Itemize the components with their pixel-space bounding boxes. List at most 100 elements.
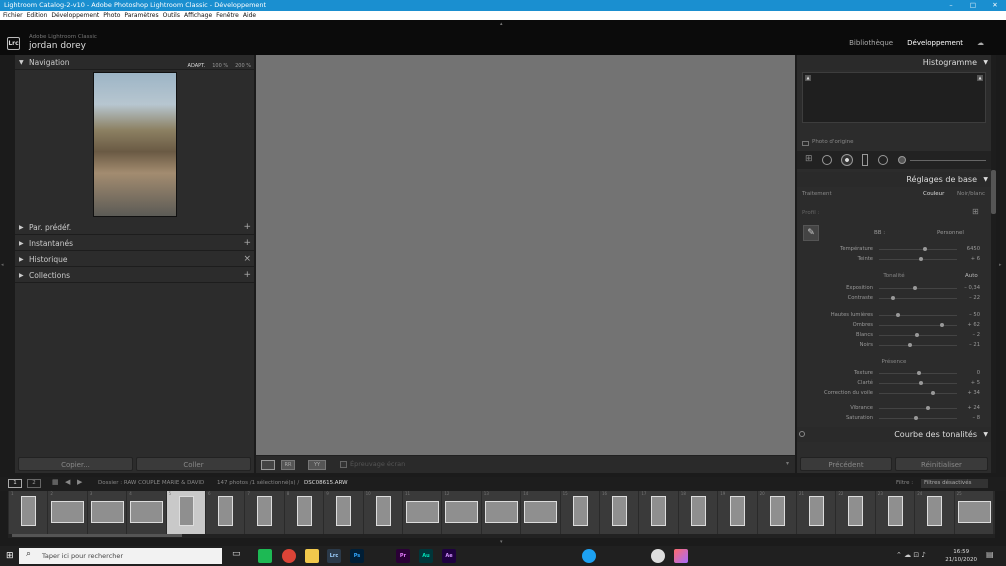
curve-toggle-icon[interactable] (799, 431, 805, 437)
task-view-icon[interactable]: ▭ (232, 549, 241, 559)
filmstrip-thumbnail[interactable]: 3 (86, 491, 127, 534)
slider-row[interactable]: Hautes lumières – 50 (802, 310, 986, 320)
thumbnail-image[interactable] (218, 496, 233, 526)
highlight-clipping-icon[interactable]: ▲ (977, 75, 983, 81)
thumbnail-image[interactable] (51, 501, 85, 523)
navigator-preview-image[interactable] (93, 72, 177, 217)
slider-track[interactable] (879, 249, 957, 250)
thumbnail-image[interactable] (887, 496, 903, 526)
spotify-icon[interactable] (258, 549, 272, 563)
profile-browser-icon[interactable]: ⊞ (972, 207, 979, 216)
scroll-thumb[interactable] (991, 170, 996, 214)
folder-path[interactable]: Dossier : RAW COUPLE MARIE & DAVID (98, 480, 204, 486)
slider-value[interactable]: + 24 (967, 403, 980, 413)
slider-value[interactable]: + 5 (971, 378, 980, 388)
filmstrip-thumbnail[interactable]: 9 (323, 491, 363, 534)
zoom-100[interactable]: 100 % (212, 59, 228, 74)
filmstrip-thumbnail[interactable]: 11 (402, 491, 442, 534)
app-icon-chat[interactable] (582, 549, 596, 563)
thumbnail-image[interactable] (257, 496, 273, 526)
system-tray-icons[interactable]: ⌃ ☁ ⊡ ♪ (896, 551, 926, 559)
slider-track[interactable] (879, 315, 957, 316)
slider-track[interactable] (879, 383, 957, 384)
screen2-button[interactable]: 2 (27, 479, 41, 488)
taskbar-search[interactable]: Taper ici pour rechercher (19, 548, 222, 564)
shadow-clipping-icon[interactable]: ▲ (805, 75, 811, 81)
thumbnail-image[interactable] (21, 496, 36, 526)
slider-knob[interactable] (919, 381, 924, 385)
bw-option[interactable]: Noir/blanc (957, 191, 985, 197)
slider-row[interactable]: Teinte + 6 (802, 254, 986, 264)
thumbnail-image[interactable] (375, 496, 391, 526)
thumbnail-image[interactable] (336, 496, 352, 526)
thumbnail-image[interactable] (406, 501, 439, 523)
bottom-panel-toggle-icon[interactable]: ▾ (500, 539, 503, 545)
eyedropper-icon[interactable]: ✎ (803, 225, 819, 241)
slider-value[interactable]: – 50 (969, 310, 980, 320)
slider-value[interactable]: 0 (977, 368, 980, 378)
photoshop-icon[interactable]: Ps (350, 549, 364, 563)
thumbnail-image[interactable] (809, 496, 824, 526)
thumbnail-image[interactable] (690, 496, 706, 526)
filmstrip-scrollbar[interactable] (8, 534, 995, 538)
menu-outils[interactable]: Outils (163, 11, 180, 20)
tool-slider[interactable] (910, 160, 986, 161)
slider-knob[interactable] (891, 296, 896, 300)
before-after-icon[interactable]: YY (308, 460, 326, 470)
thumbnail-image[interactable] (296, 496, 312, 526)
slider-knob[interactable] (918, 257, 923, 261)
filmstrip-thumbnail[interactable]: 16 (599, 491, 639, 534)
thumbnail-image[interactable] (90, 501, 124, 523)
slider-track[interactable] (879, 345, 957, 346)
module-bibliotheque[interactable]: Bibliothèque (849, 39, 893, 47)
copy-button[interactable]: Copier... (18, 457, 133, 471)
slider-value[interactable]: – 2 (972, 330, 980, 340)
red-eye-icon[interactable] (841, 154, 853, 166)
menu-parametres[interactable]: Paramètres (124, 11, 158, 20)
history-header[interactable]: ▶ Historique × (15, 252, 254, 267)
filmstrip-thumbnail[interactable]: 4 (126, 491, 166, 534)
slider-knob[interactable] (913, 416, 918, 420)
slider-track[interactable] (879, 408, 957, 409)
radial-filter-icon[interactable] (878, 155, 888, 165)
filmstrip[interactable]: 1 2 3 4 5 6 7 8 9 10 11 12 13 14 15 16 17 18 19 20 21 22 23 24 2… (8, 491, 995, 534)
slider-track[interactable] (879, 325, 957, 326)
slider-value[interactable]: – 22 (969, 293, 980, 303)
windows-start-icon[interactable]: ⊞ (6, 551, 14, 561)
brush-icon[interactable] (898, 156, 906, 164)
slider-row[interactable]: Température 6450 (802, 244, 986, 254)
minimize-button[interactable]: – (940, 0, 962, 11)
filmstrip-thumbnail[interactable]: 1 (8, 491, 48, 534)
filmstrip-thumbnail[interactable]: 10 (362, 491, 402, 534)
cloud-sync-icon[interactable]: ☁ (977, 39, 984, 47)
snapshots-header[interactable]: ▶ Instantanés + (15, 236, 254, 251)
current-filename[interactable]: DSC08615.ARW (304, 480, 348, 486)
navigator-header[interactable]: ▼ Navigation ADAPT. 100 % 200 % (15, 55, 254, 70)
slider-value[interactable]: – 21 (969, 340, 980, 350)
histogram-header[interactable]: Histogramme ▼ (797, 55, 991, 70)
slider-knob[interactable] (930, 391, 935, 395)
menu-affichage[interactable]: Affichage (184, 11, 212, 20)
slider-track[interactable] (879, 288, 957, 289)
previous-button[interactable]: Précédent (800, 457, 892, 471)
slider-knob[interactable] (915, 333, 920, 337)
thumbnail-image[interactable] (730, 496, 746, 526)
slider-row[interactable]: Noirs – 21 (802, 340, 986, 350)
notification-icon[interactable]: ▤ (986, 550, 994, 559)
filmstrip-thumbnail[interactable]: 22 (835, 491, 875, 534)
app-icon-gradient[interactable] (674, 549, 688, 563)
thumbnail-image[interactable] (524, 501, 558, 523)
filmstrip-scroll-thumb[interactable] (12, 534, 182, 537)
auto-tone-button[interactable]: Auto (965, 273, 978, 279)
left-panel-toggle-icon[interactable]: ◂ (1, 262, 4, 268)
slider-knob[interactable] (895, 313, 900, 317)
filmstrip-thumbnail[interactable]: 7 (244, 491, 284, 534)
slider-knob[interactable] (926, 406, 931, 410)
thumbnail-image[interactable] (178, 496, 194, 526)
slider-row[interactable]: Blancs – 2 (802, 330, 986, 340)
histogram[interactable]: ▲ ▲ (802, 72, 986, 123)
slider-value[interactable]: – 0,34 (964, 283, 980, 293)
thumbnail-image[interactable] (484, 501, 518, 523)
slider-knob[interactable] (907, 343, 912, 347)
slider-value[interactable]: + 6 (971, 254, 980, 264)
